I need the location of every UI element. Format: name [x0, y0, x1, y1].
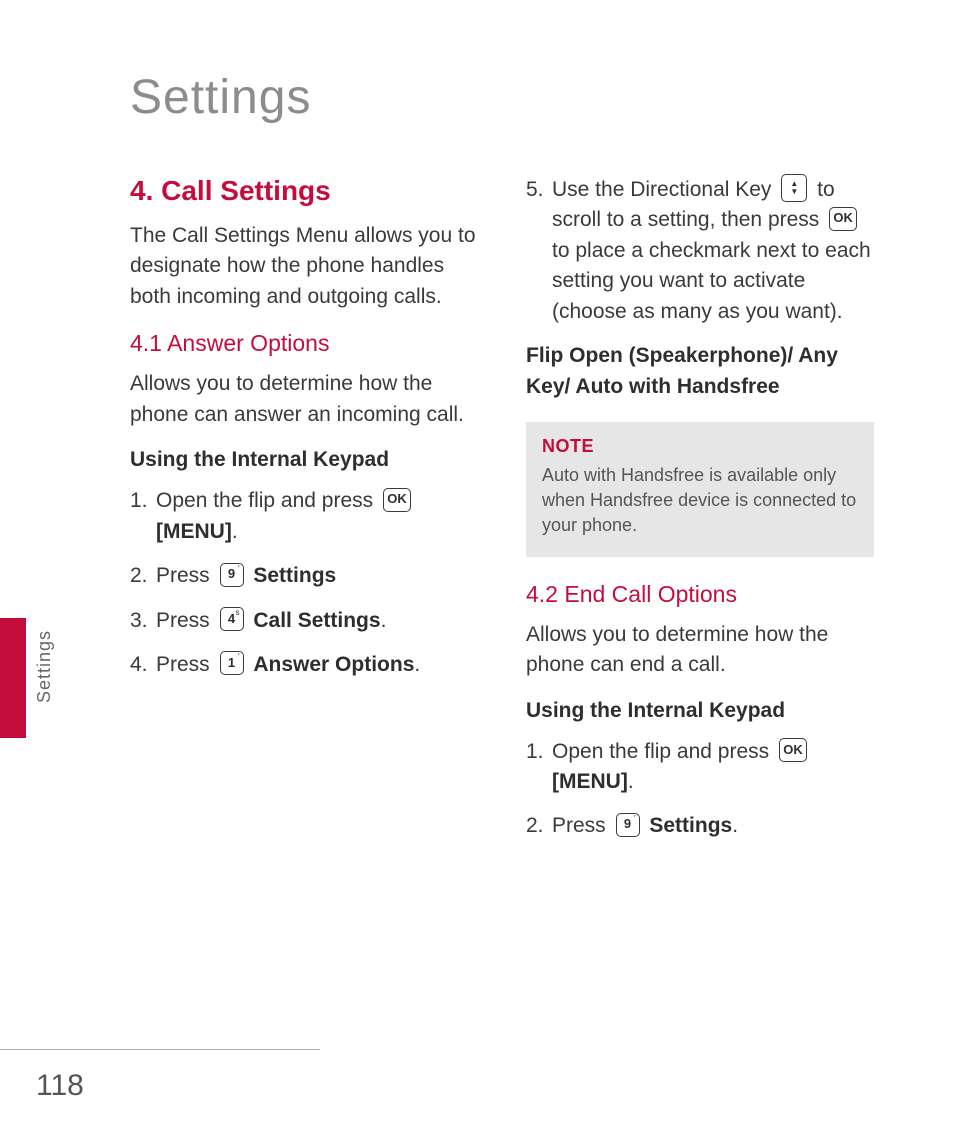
- step-text: Open the flip and press OK [MENU].: [552, 737, 874, 798]
- page-title: Settings: [130, 70, 874, 125]
- note-title: NOTE: [542, 436, 858, 457]
- settings-label: Settings: [649, 814, 732, 837]
- side-tab-indicator: [0, 618, 26, 738]
- step-text: Use the Directional Key to scroll to a s…: [552, 175, 874, 327]
- step-2: 2. Press 9′ Settings: [130, 561, 478, 591]
- content-columns: 4. Call Settings The Call Settings Menu …: [130, 175, 874, 856]
- ok-key-icon: OK: [779, 738, 807, 762]
- subsection-end-call-options: 4.2 End Call Options: [526, 581, 874, 608]
- note-body: Auto with Handsfree is available only wh…: [542, 463, 858, 539]
- subsection-answer-options: 4.1 Answer Options: [130, 330, 478, 357]
- footer-divider: [0, 1049, 320, 1050]
- text: Use the Directional Key: [552, 178, 777, 201]
- text: .: [381, 609, 387, 632]
- step-number: 2.: [130, 561, 156, 591]
- step-text: Press 9′ Settings.: [552, 811, 874, 841]
- ok-key-icon: OK: [829, 207, 857, 231]
- text: Press: [156, 653, 216, 676]
- step-text: Press 9′ Settings: [156, 561, 478, 591]
- key-4-icon: 4s: [220, 607, 244, 631]
- page-number: 118: [36, 1069, 84, 1103]
- settings-label: Settings: [253, 564, 336, 587]
- menu-label: [MENU]: [156, 520, 232, 543]
- step-number: 1.: [130, 486, 156, 516]
- menu-label: [MENU]: [552, 770, 628, 793]
- step-number: 3.: [130, 606, 156, 636]
- end-call-desc: Allows you to determine how the phone ca…: [526, 620, 874, 681]
- text: .: [414, 653, 420, 676]
- step-1: 1. Open the flip and press OK [MENU].: [130, 486, 478, 547]
- text: Press: [156, 609, 216, 632]
- left-column: 4. Call Settings The Call Settings Menu …: [130, 175, 478, 856]
- step-text: Press 4s Call Settings.: [156, 606, 478, 636]
- step-3: 3. Press 4s Call Settings.: [130, 606, 478, 636]
- right-column: 5. Use the Directional Key to scroll to …: [526, 175, 874, 856]
- call-settings-label: Call Settings: [253, 609, 380, 632]
- key-9-icon: 9′: [220, 563, 244, 587]
- text: .: [628, 770, 634, 793]
- step-text: Open the flip and press OK [MENU].: [156, 486, 478, 547]
- intro-paragraph: The Call Settings Menu allows you to des…: [130, 221, 478, 312]
- key-9-icon: 9′: [616, 813, 640, 837]
- step-4: 4. Press 1′ Answer Options.: [130, 650, 478, 680]
- directional-key-icon: [781, 174, 807, 202]
- step-1b: 1. Open the flip and press OK [MENU].: [526, 737, 874, 798]
- options-list: Flip Open (Speakerphone)/ Any Key/ Auto …: [526, 341, 874, 402]
- text: Press: [156, 564, 216, 587]
- note-box: NOTE Auto with Handsfree is available on…: [526, 422, 874, 557]
- section-heading-call-settings: 4. Call Settings: [130, 175, 478, 207]
- step-heading-internal-keypad-2: Using the Internal Keypad: [526, 699, 874, 723]
- step-number: 1.: [526, 737, 552, 767]
- step-heading-internal-keypad: Using the Internal Keypad: [130, 448, 478, 472]
- step-5: 5. Use the Directional Key to scroll to …: [526, 175, 874, 327]
- text: .: [732, 814, 738, 837]
- text: .: [232, 520, 238, 543]
- key-1-icon: 1′: [220, 651, 244, 675]
- ok-key-icon: OK: [383, 488, 411, 512]
- answer-options-label: Answer Options: [253, 653, 414, 676]
- answer-options-desc: Allows you to determine how the phone ca…: [130, 369, 478, 430]
- text: Open the flip and press: [552, 740, 775, 763]
- text: to place a checkmark next to each settin…: [552, 239, 871, 323]
- step-2b: 2. Press 9′ Settings.: [526, 811, 874, 841]
- step-number: 2.: [526, 811, 552, 841]
- step-number: 5.: [526, 175, 552, 205]
- step-number: 4.: [130, 650, 156, 680]
- step-text: Press 1′ Answer Options.: [156, 650, 478, 680]
- page: Settings 4. Call Settings The Call Setti…: [0, 0, 954, 1145]
- text: Open the flip and press: [156, 489, 379, 512]
- text: Press: [552, 814, 612, 837]
- side-label-settings: Settings: [34, 630, 55, 703]
